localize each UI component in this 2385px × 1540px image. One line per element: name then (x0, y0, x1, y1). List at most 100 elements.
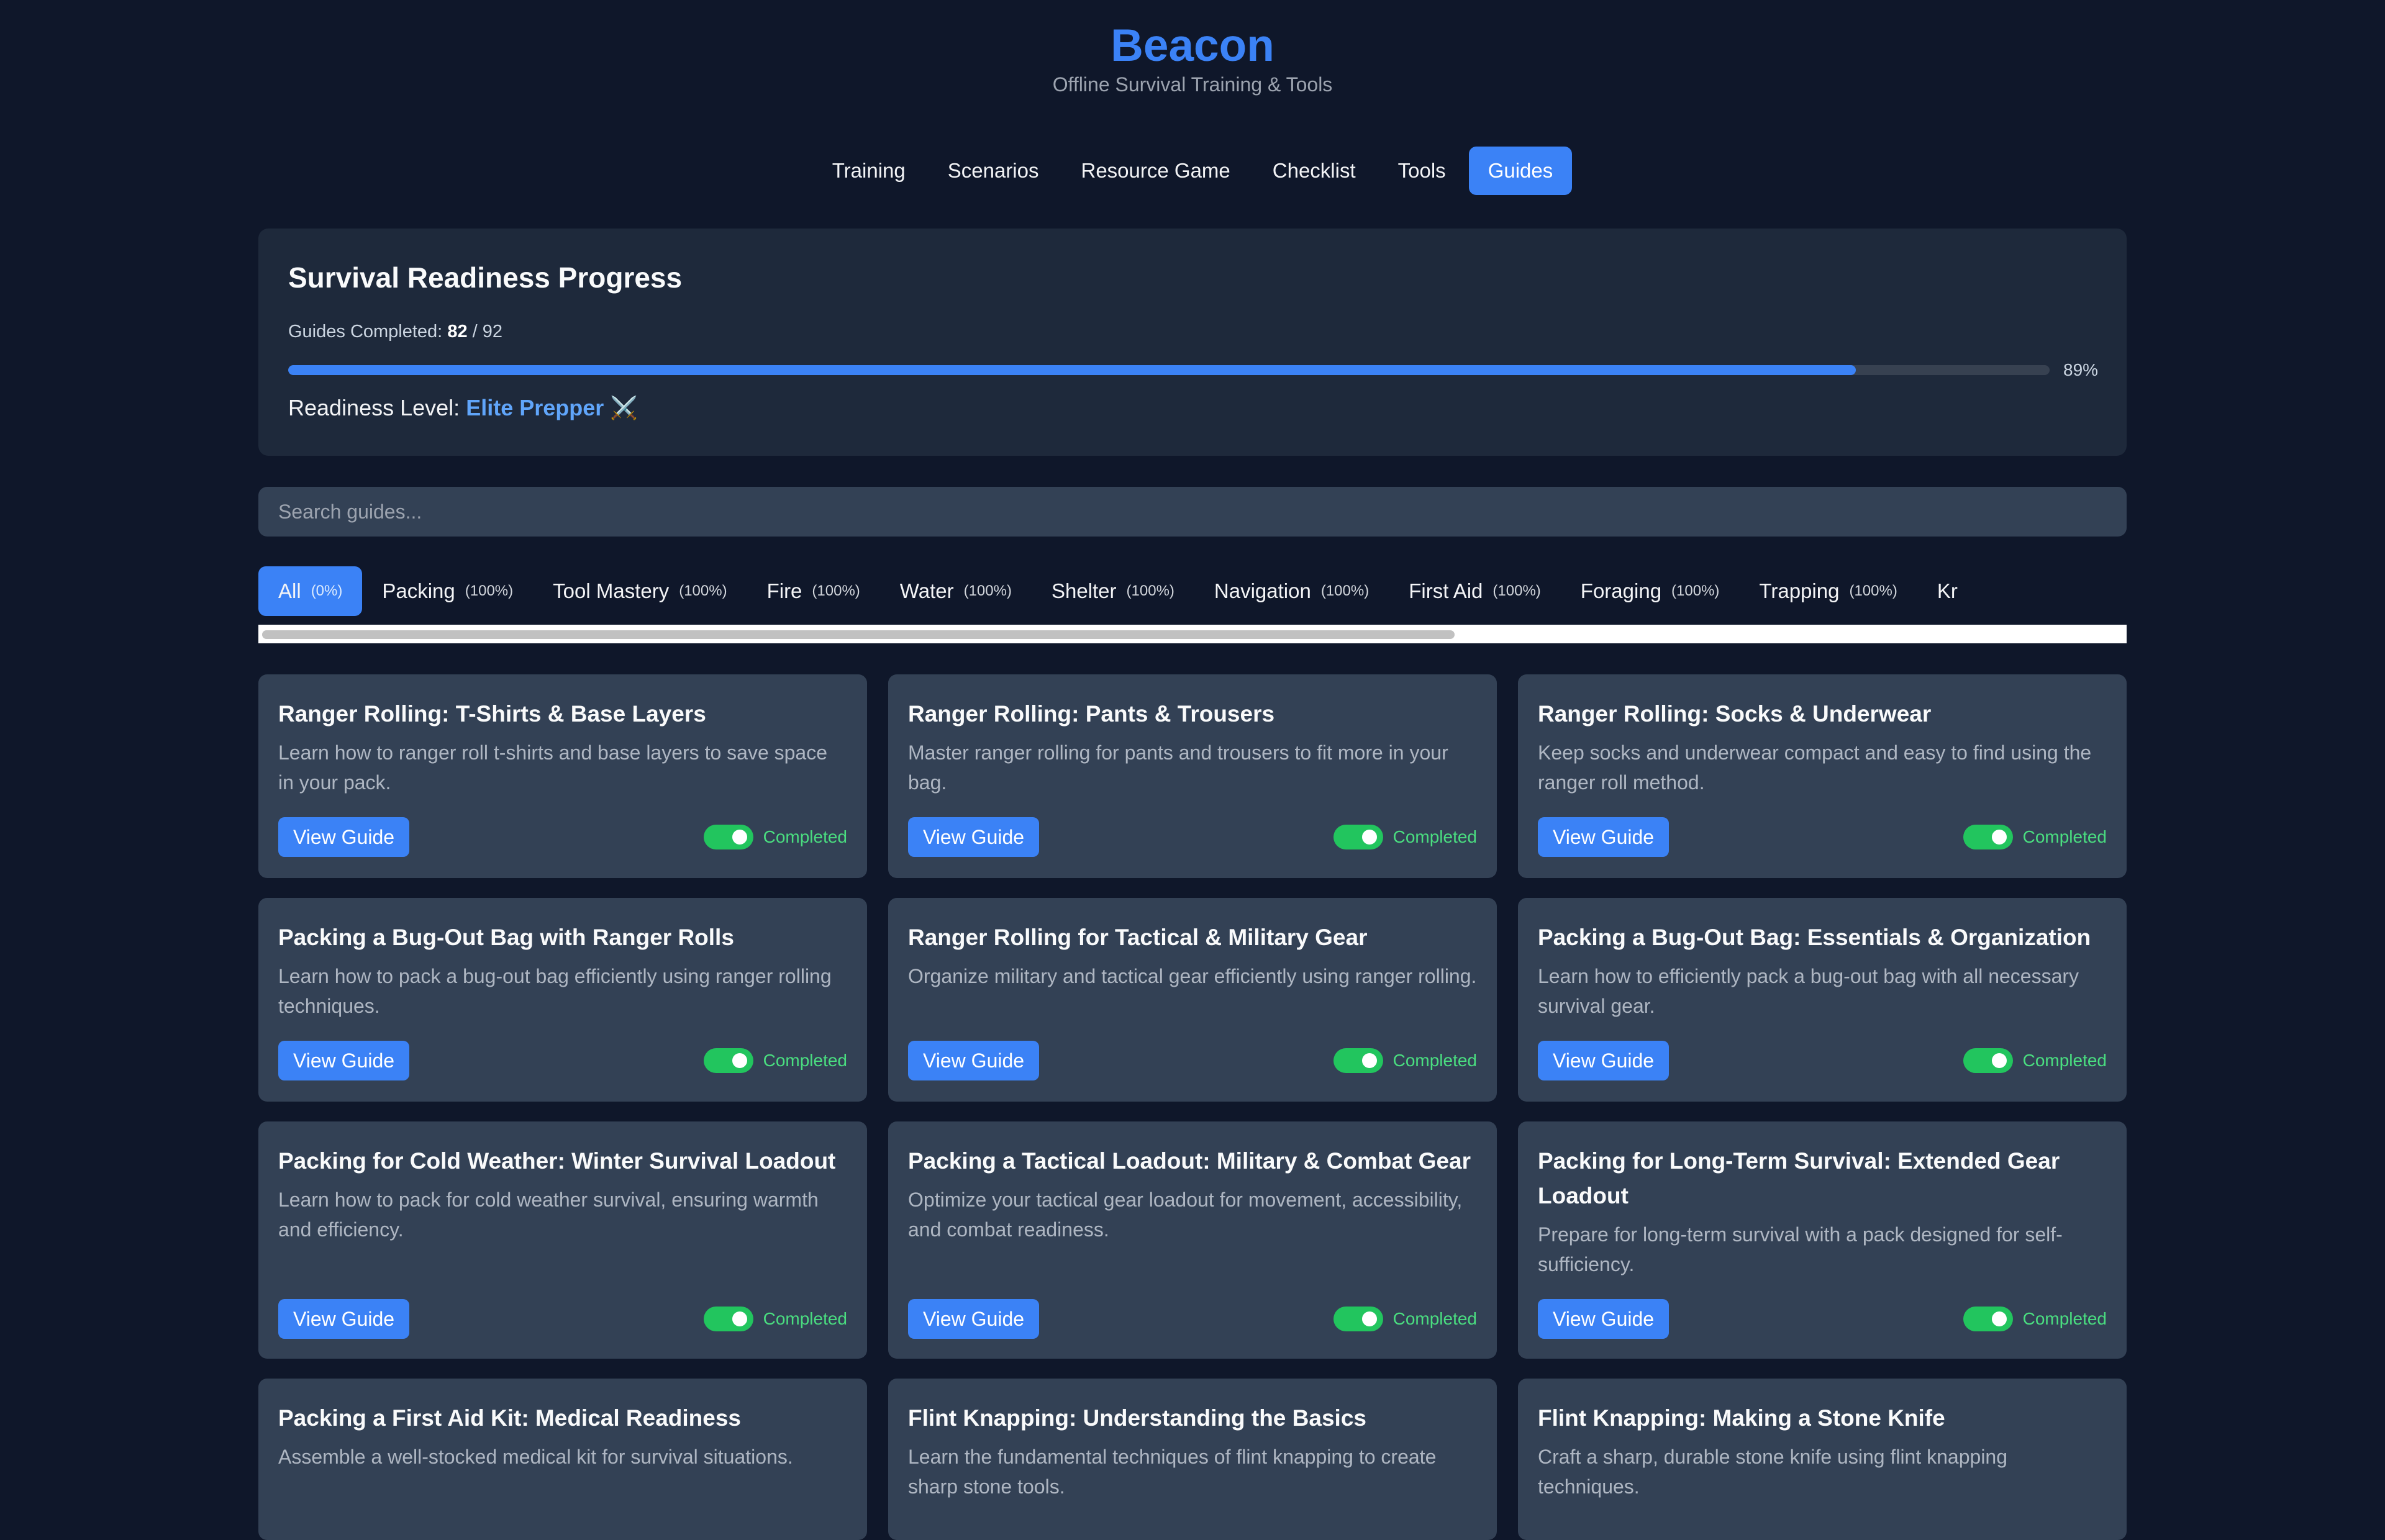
completion-status: Completed (1333, 825, 1477, 849)
filter-chip-first-aid[interactable]: First Aid (100%) (1389, 566, 1561, 616)
guide-card-description: Master ranger rolling for pants and trou… (908, 741, 1448, 794)
guide-card-description: Organize military and tactical gear effi… (908, 965, 1477, 987)
completed-label: Completed (2022, 827, 2107, 846)
guide-card-description: Learn how to pack for cold weather survi… (278, 1189, 819, 1241)
guide-card: Packing a Tactical Loadout: Military & C… (888, 1121, 1497, 1359)
filter-chip-packing[interactable]: Packing (100%) (362, 566, 533, 616)
filter-chip-shelter[interactable]: Shelter (100%) (1032, 566, 1194, 616)
guide-card-title: Packing a Bug-Out Bag: Essentials & Orga… (1538, 925, 2091, 950)
completed-toggle[interactable] (703, 825, 753, 849)
guide-card-title: Ranger Rolling: Pants & Trousers (908, 701, 1275, 727)
guide-card: Flint Knapping: Understanding the Basics… (888, 1379, 1497, 1540)
filter-chip-percent: (100%) (1671, 582, 1720, 599)
guide-card-footer: View Guide Completed (908, 1041, 1477, 1080)
completed-label: Completed (763, 827, 847, 846)
completed-toggle[interactable] (1963, 1307, 2013, 1331)
completed-toggle[interactable] (1333, 1307, 1383, 1331)
filter-chip-label: Foraging (1580, 579, 1662, 602)
scrollbar-thumb[interactable] (262, 630, 1455, 639)
nav-tab-checklist[interactable]: Checklist (1253, 147, 1375, 195)
filter-chip-percent: (0%) (311, 582, 343, 599)
completion-status: Completed (703, 825, 847, 849)
nav-tab-training[interactable]: Training (813, 147, 925, 195)
completed-toggle[interactable] (1333, 825, 1383, 849)
main-nav: Training Scenarios Resource Game Checkli… (0, 147, 2385, 195)
guide-card-footer: View Guide Completed (908, 1299, 1477, 1339)
nav-tab-scenarios[interactable]: Scenarios (929, 147, 1058, 195)
filter-chip-percent: (100%) (1849, 582, 1897, 599)
filter-chip-kr[interactable]: Kr (1917, 566, 1978, 616)
crossed-swords-icon: ⚔️ (610, 395, 638, 420)
filter-chip-water[interactable]: Water (100%) (880, 566, 1032, 616)
guide-card: Ranger Rolling: T-Shirts & Base Layers Le… (258, 674, 867, 878)
horizontal-scrollbar[interactable] (258, 625, 2127, 643)
filter-chip-label: Shelter (1051, 579, 1117, 602)
guide-card: Ranger Rolling for Tactical & Military G… (888, 898, 1497, 1102)
view-guide-button[interactable]: View Guide (1538, 1041, 1670, 1080)
filter-chip-trapping[interactable]: Trapping (100%) (1739, 566, 1917, 616)
completion-status: Completed (1333, 1307, 1477, 1331)
filter-chip-percent: (100%) (963, 582, 1012, 599)
progress-bar-track (288, 365, 2050, 375)
filter-chip-percent: (100%) (679, 582, 727, 599)
completed-toggle[interactable] (1963, 1048, 2013, 1073)
completed-toggle[interactable] (703, 1048, 753, 1073)
guides-completed-count: Guides Completed: 82 / 92 (288, 322, 502, 342)
filter-chip-label: Navigation (1214, 579, 1311, 602)
filter-chip-navigation[interactable]: Navigation (100%) (1194, 566, 1389, 616)
guide-card-description: Keep socks and underwear compact and eas… (1538, 741, 2092, 794)
guide-card-description: Assemble a well-stocked medical kit for … (278, 1446, 793, 1468)
completed-toggle[interactable] (1963, 825, 2013, 849)
view-guide-button[interactable]: View Guide (908, 1299, 1040, 1339)
filter-chip-tool-mastery[interactable]: Tool Mastery (100%) (533, 566, 747, 616)
guides-total-value: 92 (482, 322, 503, 342)
readiness-label: Readiness Level: (288, 395, 460, 420)
filter-chip-all[interactable]: All (0%) (258, 566, 363, 616)
guide-card: Packing for Long-Term Survival: Extended… (1518, 1121, 2127, 1359)
nav-tab-resource-game[interactable]: Resource Game (1062, 147, 1250, 195)
completed-label: Completed (1392, 1309, 1477, 1328)
guide-card-footer: View Guide Completed (908, 817, 1477, 857)
filter-chip-fire[interactable]: Fire (100%) (747, 566, 880, 616)
filter-chip-label: Packing (382, 579, 455, 602)
readiness-level: Readiness Level: Elite Prepper ⚔️ (288, 395, 638, 421)
nav-tab-guides[interactable]: Guides (1468, 147, 1573, 195)
view-guide-button[interactable]: View Guide (908, 817, 1040, 857)
view-guide-button[interactable]: View Guide (278, 1299, 410, 1339)
category-filter-bar: All (0%) Packing (100%) Tool Mastery (100%) Fi… (258, 566, 2127, 643)
app-header: Beacon Offline Survival Training & Tools (0, 0, 2385, 97)
filter-chip-label: Trapping (1759, 579, 1840, 602)
view-guide-button[interactable]: View Guide (1538, 817, 1670, 857)
completed-label: Completed (763, 1309, 847, 1328)
completed-toggle[interactable] (1333, 1048, 1383, 1073)
guides-separator: / (472, 322, 478, 342)
filter-chip-percent: (100%) (1320, 582, 1370, 599)
guide-card-footer: View Guide Completed (278, 1299, 847, 1339)
guide-card: Packing for Cold Weather: Winter Surviva… (258, 1121, 867, 1359)
guides-completed-value: 82 (447, 322, 468, 342)
completion-status: Completed (703, 1307, 847, 1331)
guide-card-footer: View Guide Completed (1538, 817, 2107, 857)
readiness-value: Elite Prepper (466, 395, 604, 420)
filter-chip-label: Fire (766, 579, 802, 602)
completion-status: Completed (1963, 1048, 2107, 1073)
progress-bar-fill (288, 365, 1856, 375)
view-guide-button[interactable]: View Guide (908, 1041, 1040, 1080)
guide-card: Packing a First Aid Kit: Medical Readine… (258, 1379, 867, 1540)
filter-chip-foraging[interactable]: Foraging (100%) (1561, 566, 1740, 616)
guide-card-title: Flint Knapping: Making a Stone Knife (1538, 1405, 1945, 1431)
filter-chip-row: All (0%) Packing (100%) Tool Mastery (100%) Fi… (258, 566, 2127, 616)
view-guide-button[interactable]: View Guide (278, 1041, 410, 1080)
filter-chip-percent: (100%) (465, 582, 514, 599)
progress-card: Survival Readiness Progress Guides Compl… (258, 229, 2127, 456)
guide-card-description: Learn how to pack a bug-out bag efficien… (278, 965, 832, 1017)
guide-card-title: Packing for Long-Term Survival: Extended… (1538, 1148, 2060, 1208)
guide-card-title: Flint Knapping: Understanding the Basics (908, 1405, 1366, 1431)
nav-tab-tools[interactable]: Tools (1379, 147, 1465, 195)
view-guide-button[interactable]: View Guide (1538, 1299, 1670, 1339)
search-input[interactable] (258, 487, 2127, 537)
guide-card: Ranger Rolling: Socks & Underwear Keep so… (1518, 674, 2127, 878)
completed-toggle[interactable] (703, 1307, 753, 1331)
view-guide-button[interactable]: View Guide (278, 817, 410, 857)
guide-card-description: Optimize your tactical gear loadout for … (908, 1189, 1463, 1241)
